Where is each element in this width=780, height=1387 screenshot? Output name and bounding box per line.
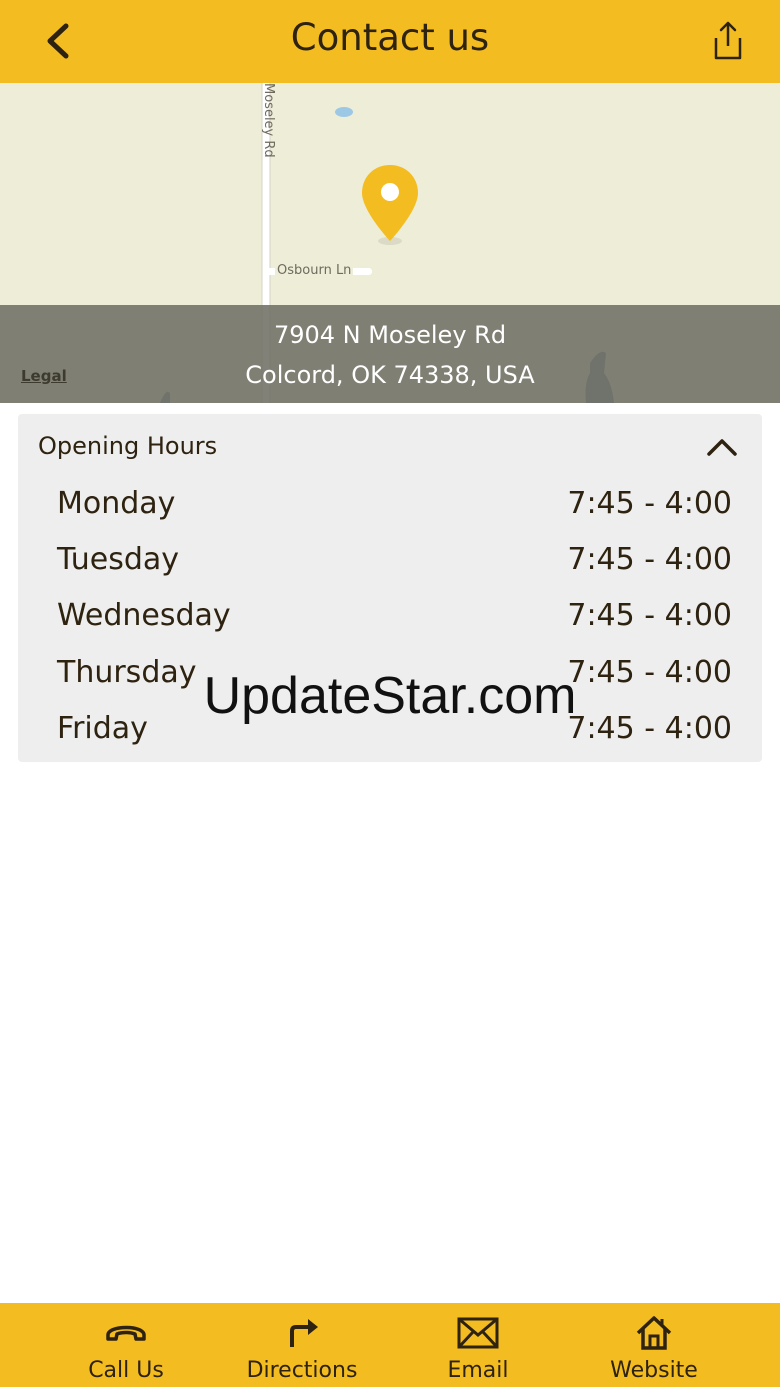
bottom-action-bar: Call Us Directions Email Website bbox=[0, 1303, 780, 1387]
day-name: Wednesday bbox=[57, 598, 231, 633]
envelope-icon bbox=[457, 1317, 499, 1349]
opening-hours-card: Opening Hours Monday 7:45 - 4:00 Tuesday… bbox=[18, 414, 762, 762]
address-line-2: Colcord, OK 74338, USA bbox=[245, 361, 535, 389]
hours-row-thursday: Thursday 7:45 - 4:00 bbox=[18, 649, 762, 697]
day-name: Thursday bbox=[57, 655, 197, 690]
day-time: 7:45 - 4:00 bbox=[567, 598, 732, 633]
phone-icon bbox=[106, 1325, 146, 1341]
email-button[interactable]: Email bbox=[390, 1303, 566, 1387]
day-name: Friday bbox=[57, 711, 148, 746]
share-button[interactable] bbox=[706, 18, 750, 64]
hours-row-wednesday: Wednesday 7:45 - 4:00 bbox=[18, 592, 762, 640]
map-pin-icon[interactable] bbox=[360, 163, 420, 247]
call-us-label: Call Us bbox=[88, 1358, 164, 1383]
day-name: Monday bbox=[57, 486, 176, 521]
top-app-bar: Contact us bbox=[0, 0, 780, 83]
hours-row-tuesday: Tuesday 7:45 - 4:00 bbox=[18, 536, 762, 584]
email-label: Email bbox=[447, 1358, 509, 1383]
call-us-button[interactable]: Call Us bbox=[38, 1303, 214, 1387]
page-title: Contact us bbox=[290, 16, 490, 59]
opening-hours-title: Opening Hours bbox=[38, 432, 218, 460]
collapse-button[interactable] bbox=[704, 432, 740, 462]
chevron-up-icon bbox=[707, 439, 737, 456]
directions-button[interactable]: Directions bbox=[214, 1303, 390, 1387]
hours-row-friday: Friday 7:45 - 4:00 bbox=[18, 705, 762, 753]
share-icon bbox=[714, 21, 742, 60]
website-label: Website bbox=[610, 1358, 698, 1383]
day-time: 7:45 - 4:00 bbox=[567, 711, 732, 746]
address-overlay: 7904 N Moseley Rd Colcord, OK 74338, USA bbox=[0, 305, 780, 403]
road-label-moseley: Moseley Rd bbox=[261, 83, 276, 158]
day-time: 7:45 - 4:00 bbox=[567, 655, 732, 690]
location-map[interactable]: Moseley Rd Osbourn Ln 7904 N Moseley Rd … bbox=[0, 83, 780, 403]
address-line-1: 7904 N Moseley Rd bbox=[273, 321, 507, 349]
day-name: Tuesday bbox=[57, 542, 180, 577]
road-label-osbourn: Osbourn Ln bbox=[275, 263, 354, 278]
website-button[interactable]: Website bbox=[566, 1303, 742, 1387]
hours-row-monday: Monday 7:45 - 4:00 bbox=[18, 480, 762, 528]
day-time: 7:45 - 4:00 bbox=[567, 542, 732, 577]
home-icon bbox=[636, 1316, 672, 1350]
directions-arrow-icon bbox=[290, 1319, 318, 1347]
legal-link[interactable]: Legal bbox=[21, 367, 67, 385]
directions-label: Directions bbox=[246, 1358, 358, 1383]
day-time: 7:45 - 4:00 bbox=[567, 486, 732, 521]
